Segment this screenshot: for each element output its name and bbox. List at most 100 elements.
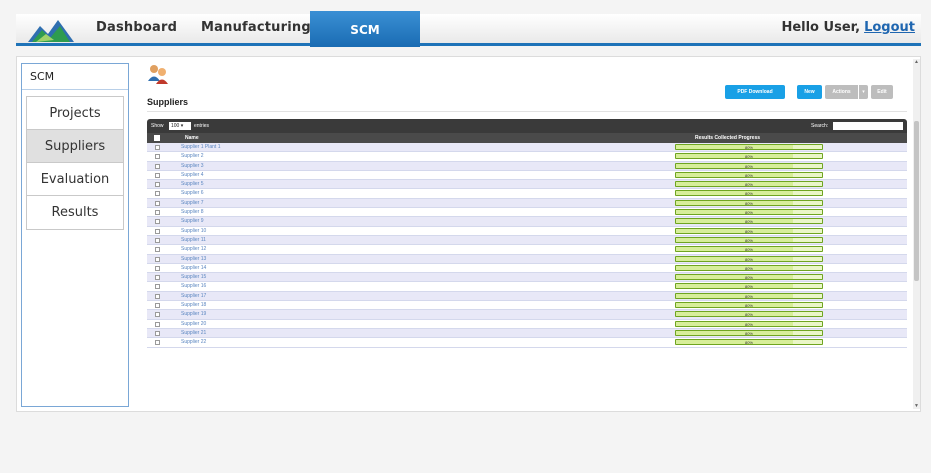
row-checkbox[interactable]	[155, 284, 160, 290]
results-progress-bar: 80%	[675, 255, 823, 262]
scroll-down-icon[interactable]: ▼	[914, 403, 919, 409]
results-progress-bar: 80%	[675, 190, 823, 197]
row-checkbox[interactable]	[155, 256, 160, 262]
table-row[interactable]: Supplier 3 80%	[147, 161, 907, 171]
supplier-name-link[interactable]: Supplier 19	[181, 311, 206, 317]
table-row[interactable]: Supplier 18 80%	[147, 301, 907, 311]
supplier-name-link[interactable]: Supplier 15	[181, 274, 206, 280]
results-progress-bar: 80%	[675, 320, 823, 327]
table-row[interactable]: Supplier 8 80%	[147, 208, 907, 218]
row-checkbox[interactable]	[155, 275, 160, 281]
column-header-results[interactable]: Results Collected Progress	[695, 135, 760, 141]
row-checkbox[interactable]	[155, 303, 160, 309]
table-row[interactable]: Supplier 5 80%	[147, 180, 907, 190]
sidebar-item-results[interactable]: Results	[27, 196, 123, 229]
supplier-name-link[interactable]: Supplier 6	[181, 190, 204, 196]
scroll-thumb[interactable]	[914, 121, 919, 281]
row-checkbox[interactable]	[155, 172, 160, 178]
supplier-name-link[interactable]: Supplier 22	[181, 339, 206, 345]
results-progress-bar: 80%	[675, 209, 823, 216]
row-checkbox[interactable]	[155, 312, 160, 318]
row-checkbox[interactable]	[155, 293, 160, 299]
supplier-name-link[interactable]: Supplier 20	[181, 321, 206, 327]
table-row[interactable]: Supplier 9 80%	[147, 217, 907, 227]
select-all-checkbox[interactable]	[154, 135, 160, 141]
row-checkbox[interactable]	[155, 265, 160, 271]
supplier-name-link[interactable]: Supplier 3	[181, 163, 204, 169]
progress-text: 80%	[744, 191, 753, 197]
table-row[interactable]: Supplier 14 80%	[147, 263, 907, 274]
search-input[interactable]	[833, 122, 903, 130]
table-row[interactable]: Supplier 15 80%	[147, 273, 907, 283]
supplier-name-link[interactable]: Supplier 21	[181, 330, 206, 336]
table-row[interactable]: Supplier 7 80%	[147, 198, 907, 209]
new-button[interactable]: New	[797, 85, 822, 99]
supplier-name-link[interactable]: Supplier 13	[181, 256, 206, 262]
supplier-name-link[interactable]: Supplier 17	[181, 293, 206, 299]
nav-tab-manufacturing[interactable]: Manufacturing	[201, 20, 311, 35]
row-checkbox[interactable]	[155, 237, 160, 243]
edit-button[interactable]: Edit	[871, 85, 893, 99]
logout-link[interactable]: Logout	[864, 20, 915, 35]
row-checkbox[interactable]	[155, 145, 160, 150]
row-checkbox[interactable]	[155, 200, 160, 206]
supplier-name-link[interactable]: Supplier 2	[181, 153, 204, 159]
supplier-name-link[interactable]: Supplier 14	[181, 265, 206, 271]
table-row[interactable]: Supplier 6 80%	[147, 189, 907, 199]
row-checkbox[interactable]	[155, 340, 160, 346]
actions-dropdown-icon[interactable]: ▾	[859, 85, 868, 99]
supplier-name-link[interactable]: Supplier 9	[181, 218, 204, 224]
nav-tab-scm[interactable]: SCM	[310, 11, 420, 47]
table-row[interactable]: Supplier 13 80%	[147, 254, 907, 264]
supplier-name-link[interactable]: Supplier 10	[181, 228, 206, 234]
column-header-name[interactable]: Name	[185, 135, 199, 141]
row-checkbox[interactable]	[155, 182, 160, 188]
table-row[interactable]: Supplier 16 80%	[147, 282, 907, 292]
table-row[interactable]: Supplier 12 80%	[147, 245, 907, 255]
pdf-download-button[interactable]: PDF Download	[725, 85, 785, 99]
results-progress-bar: 80%	[675, 218, 823, 225]
scroll-up-icon[interactable]: ▲	[914, 59, 919, 65]
supplier-name-link[interactable]: Supplier 11	[181, 237, 206, 243]
row-checkbox[interactable]	[155, 210, 160, 216]
table-row[interactable]: Supplier 10 80%	[147, 226, 907, 236]
row-checkbox[interactable]	[155, 219, 160, 225]
entries-select[interactable]: 100 ▾	[169, 122, 191, 130]
supplier-name-link[interactable]: Supplier 16	[181, 283, 206, 289]
progress-text: 80%	[744, 182, 753, 188]
row-checkbox[interactable]	[155, 321, 160, 327]
scrollbar[interactable]: ▲ ▼	[913, 59, 920, 409]
row-checkbox[interactable]	[155, 154, 160, 160]
table-row[interactable]: Supplier 21 80%	[147, 328, 907, 339]
table-row[interactable]: Supplier 19 80%	[147, 310, 907, 320]
table-row[interactable]: Supplier 17 80%	[147, 291, 907, 302]
supplier-name-link[interactable]: Supplier 1 Plant 1	[181, 144, 220, 150]
supplier-name-link[interactable]: Supplier 5	[181, 181, 204, 187]
table-row[interactable]: Supplier 2 80%	[147, 152, 907, 162]
title-divider	[147, 111, 907, 112]
table-row[interactable]: Supplier 11 80%	[147, 235, 907, 246]
progress-text: 80%	[744, 228, 753, 234]
row-checkbox[interactable]	[155, 163, 160, 169]
actions-button[interactable]: Actions	[825, 85, 858, 99]
table-row[interactable]: Supplier 1 Plant 1 80%	[147, 143, 907, 153]
supplier-name-link[interactable]: Supplier 4	[181, 172, 204, 178]
table-row[interactable]: Supplier 22 80%	[147, 338, 907, 348]
row-checkbox[interactable]	[155, 228, 160, 234]
row-checkbox[interactable]	[155, 191, 160, 197]
row-checkbox[interactable]	[155, 247, 160, 253]
sidebar-item-suppliers[interactable]: Suppliers	[27, 130, 123, 163]
supplier-name-link[interactable]: Supplier 7	[181, 200, 204, 206]
table-toolbar: Show 100 ▾ entries Search:	[147, 119, 907, 133]
table-header: Name Results Collected Progress	[147, 133, 907, 143]
table-row[interactable]: Supplier 4 80%	[147, 170, 907, 181]
table-row[interactable]: Supplier 20 80%	[147, 319, 907, 329]
nav-tab-dashboard[interactable]: Dashboard	[96, 20, 177, 35]
sidebar-item-projects[interactable]: Projects	[27, 97, 123, 130]
supplier-name-link[interactable]: Supplier 12	[181, 246, 206, 252]
mountain-logo-icon[interactable]	[26, 16, 76, 44]
sidebar-item-evaluation[interactable]: Evaluation	[27, 163, 123, 196]
supplier-name-link[interactable]: Supplier 18	[181, 302, 206, 308]
row-checkbox[interactable]	[155, 330, 160, 336]
supplier-name-link[interactable]: Supplier 8	[181, 209, 204, 215]
